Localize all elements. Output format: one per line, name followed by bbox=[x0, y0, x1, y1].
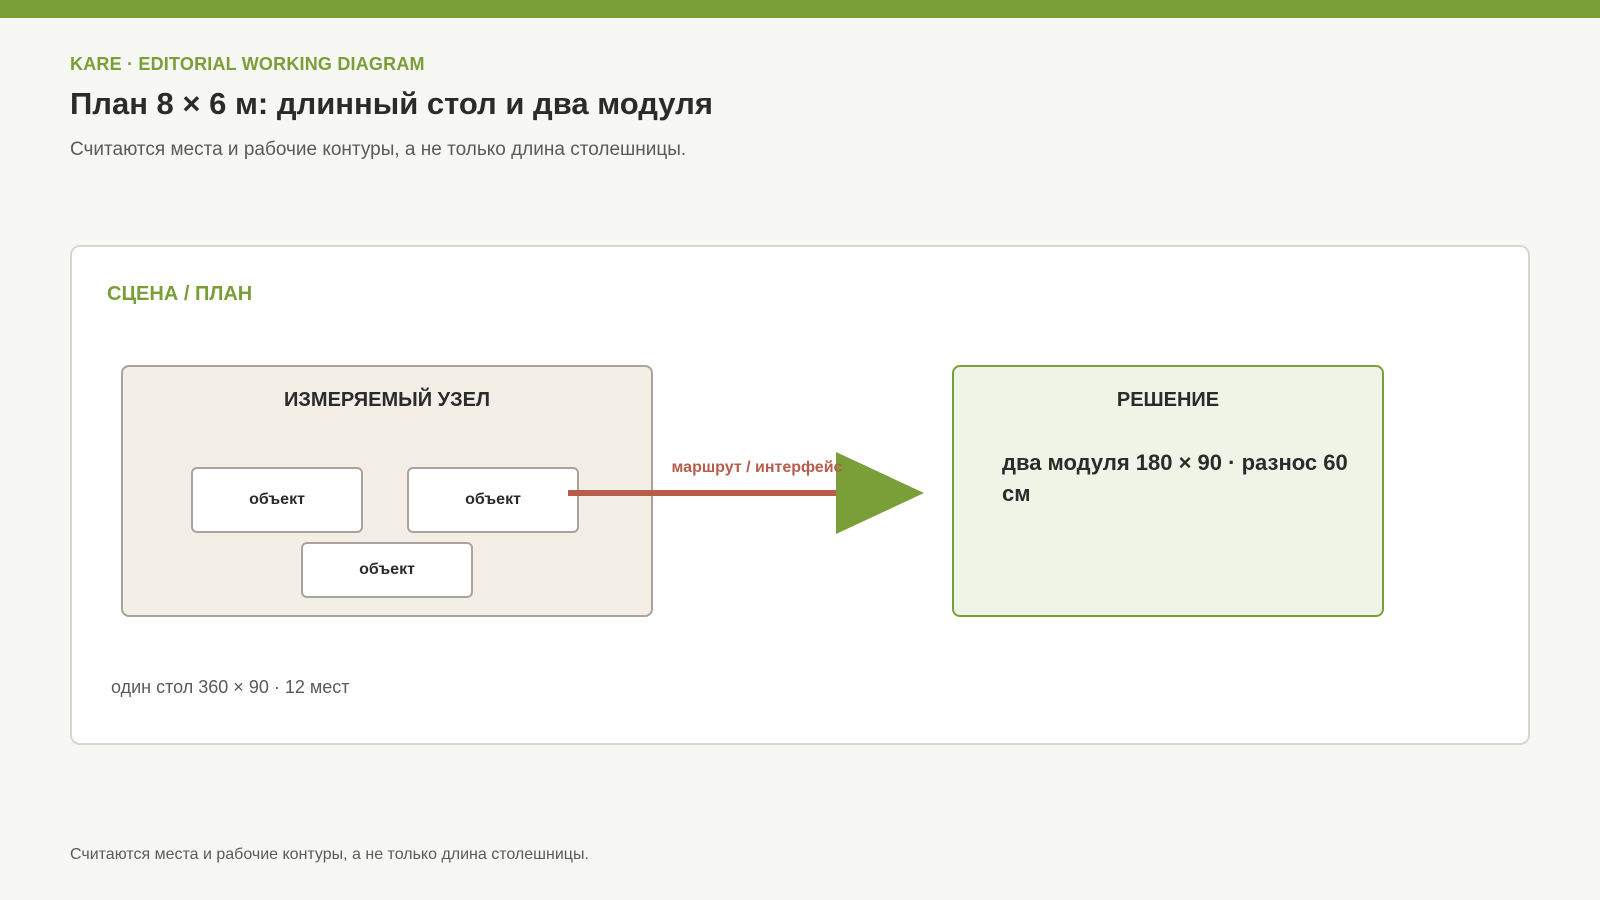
measured-node-box: ИЗМЕРЯЕМЫЙ УЗЕЛ объект объект объект bbox=[121, 365, 653, 617]
object-box-3: объект bbox=[301, 542, 473, 598]
page-title: План 8 × 6 м: длинный стол и два модуля bbox=[70, 86, 713, 121]
solution-title: РЕШЕНИЕ bbox=[1116, 389, 1220, 411]
top-accent-bar bbox=[0, 0, 1600, 18]
object-box-1: объект bbox=[191, 467, 363, 533]
diagram-card: СЦЕНА / ПЛАН ИЗМЕРЯЕМЫЙ УЗЕЛ объект объе… bbox=[70, 245, 1530, 745]
object-box-2: объект bbox=[407, 467, 579, 533]
kicker-label: KARE · EDITORIAL WORKING DIAGRAM bbox=[70, 54, 425, 74]
connector-label: маршрут / интерфейс bbox=[671, 459, 843, 476]
section-label: СЦЕНА / ПЛАН bbox=[107, 283, 253, 305]
solution-text: два модуля 180 × 90 · разнос 60 см bbox=[1002, 450, 1348, 506]
measured-node-title: ИЗМЕРЯЕМЫЙ УЗЕЛ bbox=[284, 389, 490, 411]
footer-note: Считаются места и рабочие контуры, а не … bbox=[70, 846, 589, 863]
page-subtitle: Считаются места и рабочие контуры, а не … bbox=[70, 139, 687, 160]
card-note: один стол 360 × 90 · 12 мест bbox=[111, 677, 350, 697]
solution-box: РЕШЕНИЕ два модуля 180 × 90 · разнос 60 … bbox=[952, 365, 1384, 617]
